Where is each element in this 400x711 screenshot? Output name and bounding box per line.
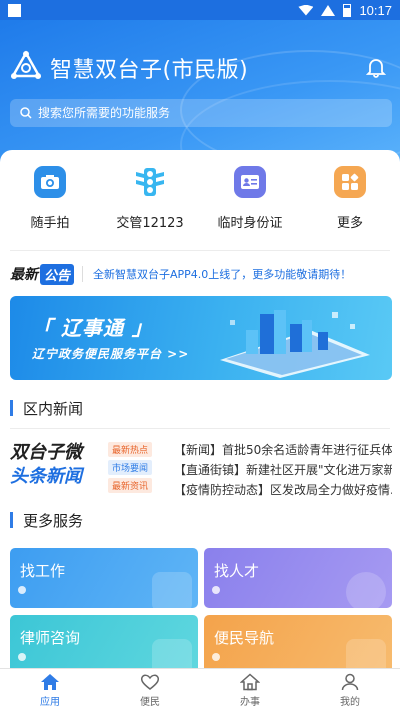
notification-icon — [8, 3, 21, 17]
news-block: 双台子微 头条新闻 最新热点 市场要闻 最新资讯 【新闻】首批50余名适龄青年进… — [10, 435, 392, 498]
banner-subtitle: 辽宁政务便民服务平台 >> — [32, 347, 190, 361]
bottom-nav: 应用 便民 办事 我的 — [0, 668, 400, 711]
notice-tag: 最新 公告 — [10, 263, 75, 285]
quick-action-id-card[interactable]: 临时身份证 — [200, 166, 300, 246]
person-icon — [346, 572, 386, 608]
notice-text[interactable]: 全新智慧双台子APP4.0上线了，更多功能敬请期待！ — [93, 266, 351, 282]
service-label: 找工作 — [20, 562, 66, 580]
news-logo-line1: 双台子微 — [10, 442, 82, 463]
quick-action-label: 随手拍 — [30, 216, 70, 231]
status-bar: 10:17 — [0, 0, 400, 20]
section-title: 更多服务 — [23, 511, 84, 530]
news-item[interactable]: 【疫情防控动态】区发改局全力做好疫情... — [174, 481, 392, 498]
app-logo-icon — [10, 50, 42, 79]
city-phone-illustration — [220, 310, 370, 378]
quick-action-label: 交管12123 — [116, 216, 184, 231]
service-label: 律师咨询 — [20, 629, 81, 647]
news-logo-line2: 头条新闻 — [10, 466, 82, 487]
news-item[interactable]: 【直通街镇】新建社区开展"文化进万家新... — [174, 461, 392, 478]
service-find-talent[interactable]: 找人才 — [204, 548, 392, 608]
service-label: 便民导航 — [214, 629, 275, 647]
app-header: 智慧双台子(市民版) — [0, 20, 400, 170]
robot-icon — [152, 572, 192, 608]
notice-tag-b: 公告 — [40, 263, 75, 285]
divider — [10, 428, 390, 429]
news-logo: 双台子微 头条新闻 — [10, 441, 82, 489]
app-title: 智慧双台子(市民版) — [50, 58, 249, 83]
quick-action-more[interactable]: 更多 — [300, 166, 400, 246]
home-icon — [41, 673, 59, 690]
nav-convenience[interactable]: 便民 — [100, 669, 200, 711]
banner-liaoshitong[interactable]: 「 辽事通 」 辽宁政务便民服务平台 >> — [10, 296, 392, 380]
house-icon — [240, 672, 260, 690]
bell-icon[interactable] — [366, 56, 386, 78]
signal-icon — [321, 4, 336, 16]
service-label: 找人才 — [214, 562, 260, 580]
search-icon — [20, 107, 32, 119]
quick-action-traffic[interactable]: 交管12123 — [100, 166, 200, 246]
news-tag[interactable]: 最新资讯 — [108, 478, 153, 493]
divider — [10, 250, 390, 251]
nav-apps[interactable]: 应用 — [0, 669, 100, 711]
section-more-services: 更多服务 — [10, 510, 83, 530]
section-title: 区内新闻 — [23, 399, 84, 418]
section-district-news: 区内新闻 — [10, 398, 83, 418]
nav-label: 办事 — [240, 696, 260, 708]
quick-action-photo[interactable]: 随手拍 — [0, 166, 100, 246]
main-card: 随手拍 交管12123 临时身份证 更多 最新 公告 全新智慧双台子APP4.0… — [0, 150, 400, 675]
quick-actions: 随手拍 交管12123 临时身份证 更多 — [0, 166, 400, 246]
battery-icon — [343, 3, 352, 17]
news-tags: 最新热点 市场要闻 最新资讯 — [108, 442, 153, 493]
id-card-icon — [234, 166, 266, 198]
traffic-light-icon — [134, 166, 166, 198]
quick-action-label: 更多 — [336, 216, 363, 231]
grid-more-icon — [334, 166, 366, 198]
wifi-icon — [298, 4, 314, 16]
nav-label: 便民 — [140, 696, 160, 708]
notice-tag-a: 最新 — [10, 266, 38, 282]
heart-icon — [140, 674, 160, 690]
quick-action-label: 临时身份证 — [217, 216, 283, 231]
person-icon — [341, 673, 359, 690]
news-item[interactable]: 【新闻】首批50余名适龄青年进行征兵体检 — [174, 441, 392, 458]
service-navigation[interactable]: 便民导航 — [204, 615, 392, 675]
nav-label: 应用 — [40, 696, 60, 708]
search-bar[interactable] — [10, 99, 392, 127]
service-find-job[interactable]: 找工作 — [10, 548, 198, 608]
news-tag[interactable]: 市场要闻 — [108, 460, 153, 475]
nav-mine[interactable]: 我的 — [300, 669, 400, 711]
news-tag[interactable]: 最新热点 — [108, 442, 153, 457]
banner-title: 「 辽事通 」 — [32, 316, 153, 340]
search-input[interactable] — [38, 106, 392, 120]
status-time: 10:17 — [359, 2, 392, 18]
nav-label: 我的 — [340, 696, 360, 708]
nav-affairs[interactable]: 办事 — [200, 669, 300, 711]
camera-icon — [34, 166, 66, 198]
service-lawyer-consult[interactable]: 律师咨询 — [10, 615, 198, 675]
news-list: 【新闻】首批50余名适龄青年进行征兵体检 【直通街镇】新建社区开展"文化进万家新… — [174, 441, 392, 498]
notice-bar[interactable]: 最新 公告 全新智慧双台子APP4.0上线了，更多功能敬请期待！ — [10, 260, 390, 288]
